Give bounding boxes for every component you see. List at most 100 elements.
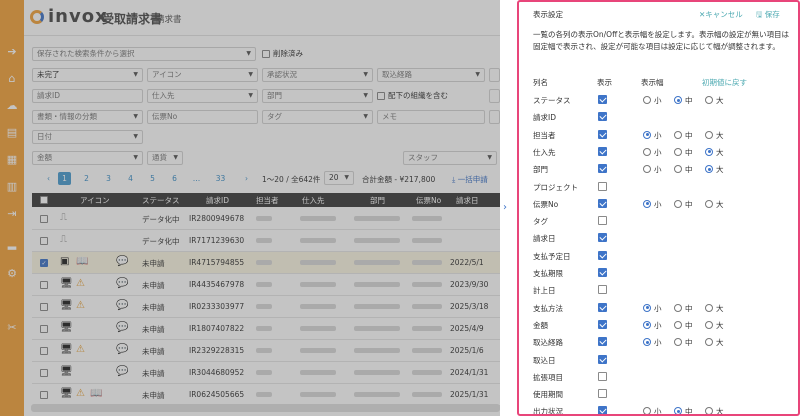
- column-visible-checkbox[interactable]: [598, 146, 607, 156]
- width-radio-label: 小: [654, 199, 662, 209]
- column-visible-checkbox[interactable]: [598, 371, 607, 381]
- column-visible-checkbox[interactable]: [598, 389, 607, 399]
- width-radio-label: 大: [716, 165, 724, 175]
- column-visible-checkbox[interactable]: [598, 285, 607, 295]
- width-radio-small[interactable]: 小: [643, 199, 662, 210]
- width-radio-medium[interactable]: 中: [674, 164, 693, 175]
- radio-circle-icon: [674, 96, 682, 104]
- width-radio-medium[interactable]: 中: [674, 95, 693, 106]
- column-setting-row: 担当者 小 中 大: [519, 127, 798, 144]
- width-radio-label: 大: [716, 320, 724, 330]
- column-setting-row: 拡張項目: [519, 369, 798, 386]
- radio-circle-icon: [705, 303, 713, 312]
- chevron-right-icon[interactable]: ›: [503, 202, 507, 213]
- column-visible-checkbox[interactable]: [598, 268, 607, 277]
- width-radio-label: 大: [716, 338, 724, 348]
- radio-circle-icon: [674, 165, 682, 174]
- column-visible-checkbox[interactable]: [598, 337, 607, 347]
- width-radio-small[interactable]: 小: [643, 164, 662, 175]
- radio-circle-icon: [643, 130, 651, 139]
- column-name: 請求日: [533, 234, 556, 244]
- column-visible-checkbox[interactable]: [598, 406, 607, 414]
- width-radio-label: 大: [716, 130, 724, 140]
- width-radio-large[interactable]: 大: [705, 320, 724, 331]
- width-radio-medium[interactable]: 中: [674, 199, 693, 210]
- column-setting-row: 金額 小 中 大: [519, 317, 798, 334]
- width-radio-label: 中: [685, 338, 693, 348]
- width-radio-large[interactable]: 大: [705, 164, 724, 175]
- column-setting-row: 支払期限: [519, 265, 798, 282]
- width-radio-small[interactable]: 小: [643, 337, 662, 348]
- width-radio-label: 大: [716, 199, 724, 209]
- width-radio-medium[interactable]: 中: [674, 320, 693, 331]
- width-radio-medium[interactable]: 中: [674, 337, 693, 348]
- radio-circle-icon: [643, 320, 651, 329]
- width-radio-large[interactable]: 大: [705, 406, 724, 416]
- column-visible-checkbox[interactable]: [598, 164, 607, 174]
- column-name: 取込日: [533, 355, 556, 365]
- width-radio-large[interactable]: 大: [705, 337, 724, 348]
- width-radio-large[interactable]: 大: [705, 95, 724, 106]
- column-visible-checkbox[interactable]: [598, 112, 607, 122]
- column-setting-row: 伝票No 小 中 大: [519, 196, 798, 213]
- column-visible-checkbox[interactable]: [598, 319, 607, 329]
- radio-circle-icon: [674, 199, 682, 208]
- width-radio-small[interactable]: 小: [643, 406, 662, 414]
- radio-circle-icon: [674, 407, 682, 414]
- radio-circle-icon: [643, 96, 651, 104]
- width-radio-small[interactable]: 小: [643, 130, 662, 141]
- column-visible-checkbox[interactable]: [598, 302, 607, 312]
- width-radio-label: 小: [654, 130, 662, 140]
- column-setting-row: ステータス 小 中 大: [519, 92, 798, 109]
- column-name: 計上日: [533, 286, 556, 296]
- column-name: 拡張項目: [533, 372, 563, 382]
- column-visible-checkbox[interactable]: [598, 129, 607, 139]
- width-radio-label: 小: [654, 147, 662, 157]
- column-name: プロジェクト: [533, 182, 578, 192]
- width-radio-label: 大: [716, 407, 724, 416]
- radio-circle-icon: [643, 147, 651, 156]
- column-name: 部門: [533, 165, 548, 175]
- column-visible-checkbox[interactable]: [598, 354, 607, 364]
- column-name: 仕入先: [533, 147, 556, 157]
- width-radio-small[interactable]: 小: [643, 147, 662, 158]
- width-radio-label: 大: [716, 147, 724, 157]
- column-visible-checkbox[interactable]: [598, 233, 607, 243]
- width-radio-medium[interactable]: 中: [674, 406, 693, 416]
- column-visible-checkbox[interactable]: [598, 216, 607, 226]
- width-radio-small[interactable]: 小: [643, 303, 662, 314]
- modal-backdrop[interactable]: [0, 0, 500, 416]
- radio-circle-icon: [705, 407, 713, 414]
- width-radio-label: 小: [654, 338, 662, 348]
- width-radio-label: 中: [685, 199, 693, 209]
- column-visible-checkbox[interactable]: [598, 181, 607, 191]
- column-visible-checkbox[interactable]: [598, 198, 607, 208]
- column-name: 支払予定日: [533, 251, 571, 261]
- width-radio-small[interactable]: 小: [643, 95, 662, 106]
- radio-circle-icon: [643, 199, 651, 208]
- width-radio-large[interactable]: 大: [705, 147, 724, 158]
- panel-title: 表示設定: [533, 10, 563, 19]
- column-name: 金額: [533, 320, 548, 330]
- radio-circle-icon: [705, 130, 713, 139]
- column-visible-checkbox[interactable]: [598, 95, 607, 104]
- save-button[interactable]: 🖫 保存: [756, 9, 780, 22]
- column-name: 使用期間: [533, 390, 563, 400]
- width-radio-label: 中: [685, 147, 693, 157]
- width-radio-medium[interactable]: 中: [674, 303, 693, 314]
- save-icon: 🖫: [756, 10, 765, 19]
- width-radio-medium[interactable]: 中: [674, 147, 693, 158]
- width-radio-label: 中: [685, 407, 693, 416]
- column-setting-row: 仕入先 小 中 大: [519, 144, 798, 161]
- cancel-button[interactable]: ✕キャンセル: [699, 9, 743, 20]
- width-radio-small[interactable]: 小: [643, 320, 662, 331]
- column-visible-checkbox[interactable]: [598, 250, 607, 260]
- width-radio-medium[interactable]: 中: [674, 130, 693, 141]
- width-radio-label: 小: [654, 303, 662, 313]
- width-radio-large[interactable]: 大: [705, 130, 724, 141]
- width-radio-large[interactable]: 大: [705, 199, 724, 210]
- width-radio-label: 中: [685, 130, 693, 140]
- width-radio-large[interactable]: 大: [705, 303, 724, 314]
- reset-defaults-link[interactable]: 初期値に戻す: [702, 77, 747, 88]
- column-setting-row: 支払予定日: [519, 248, 798, 265]
